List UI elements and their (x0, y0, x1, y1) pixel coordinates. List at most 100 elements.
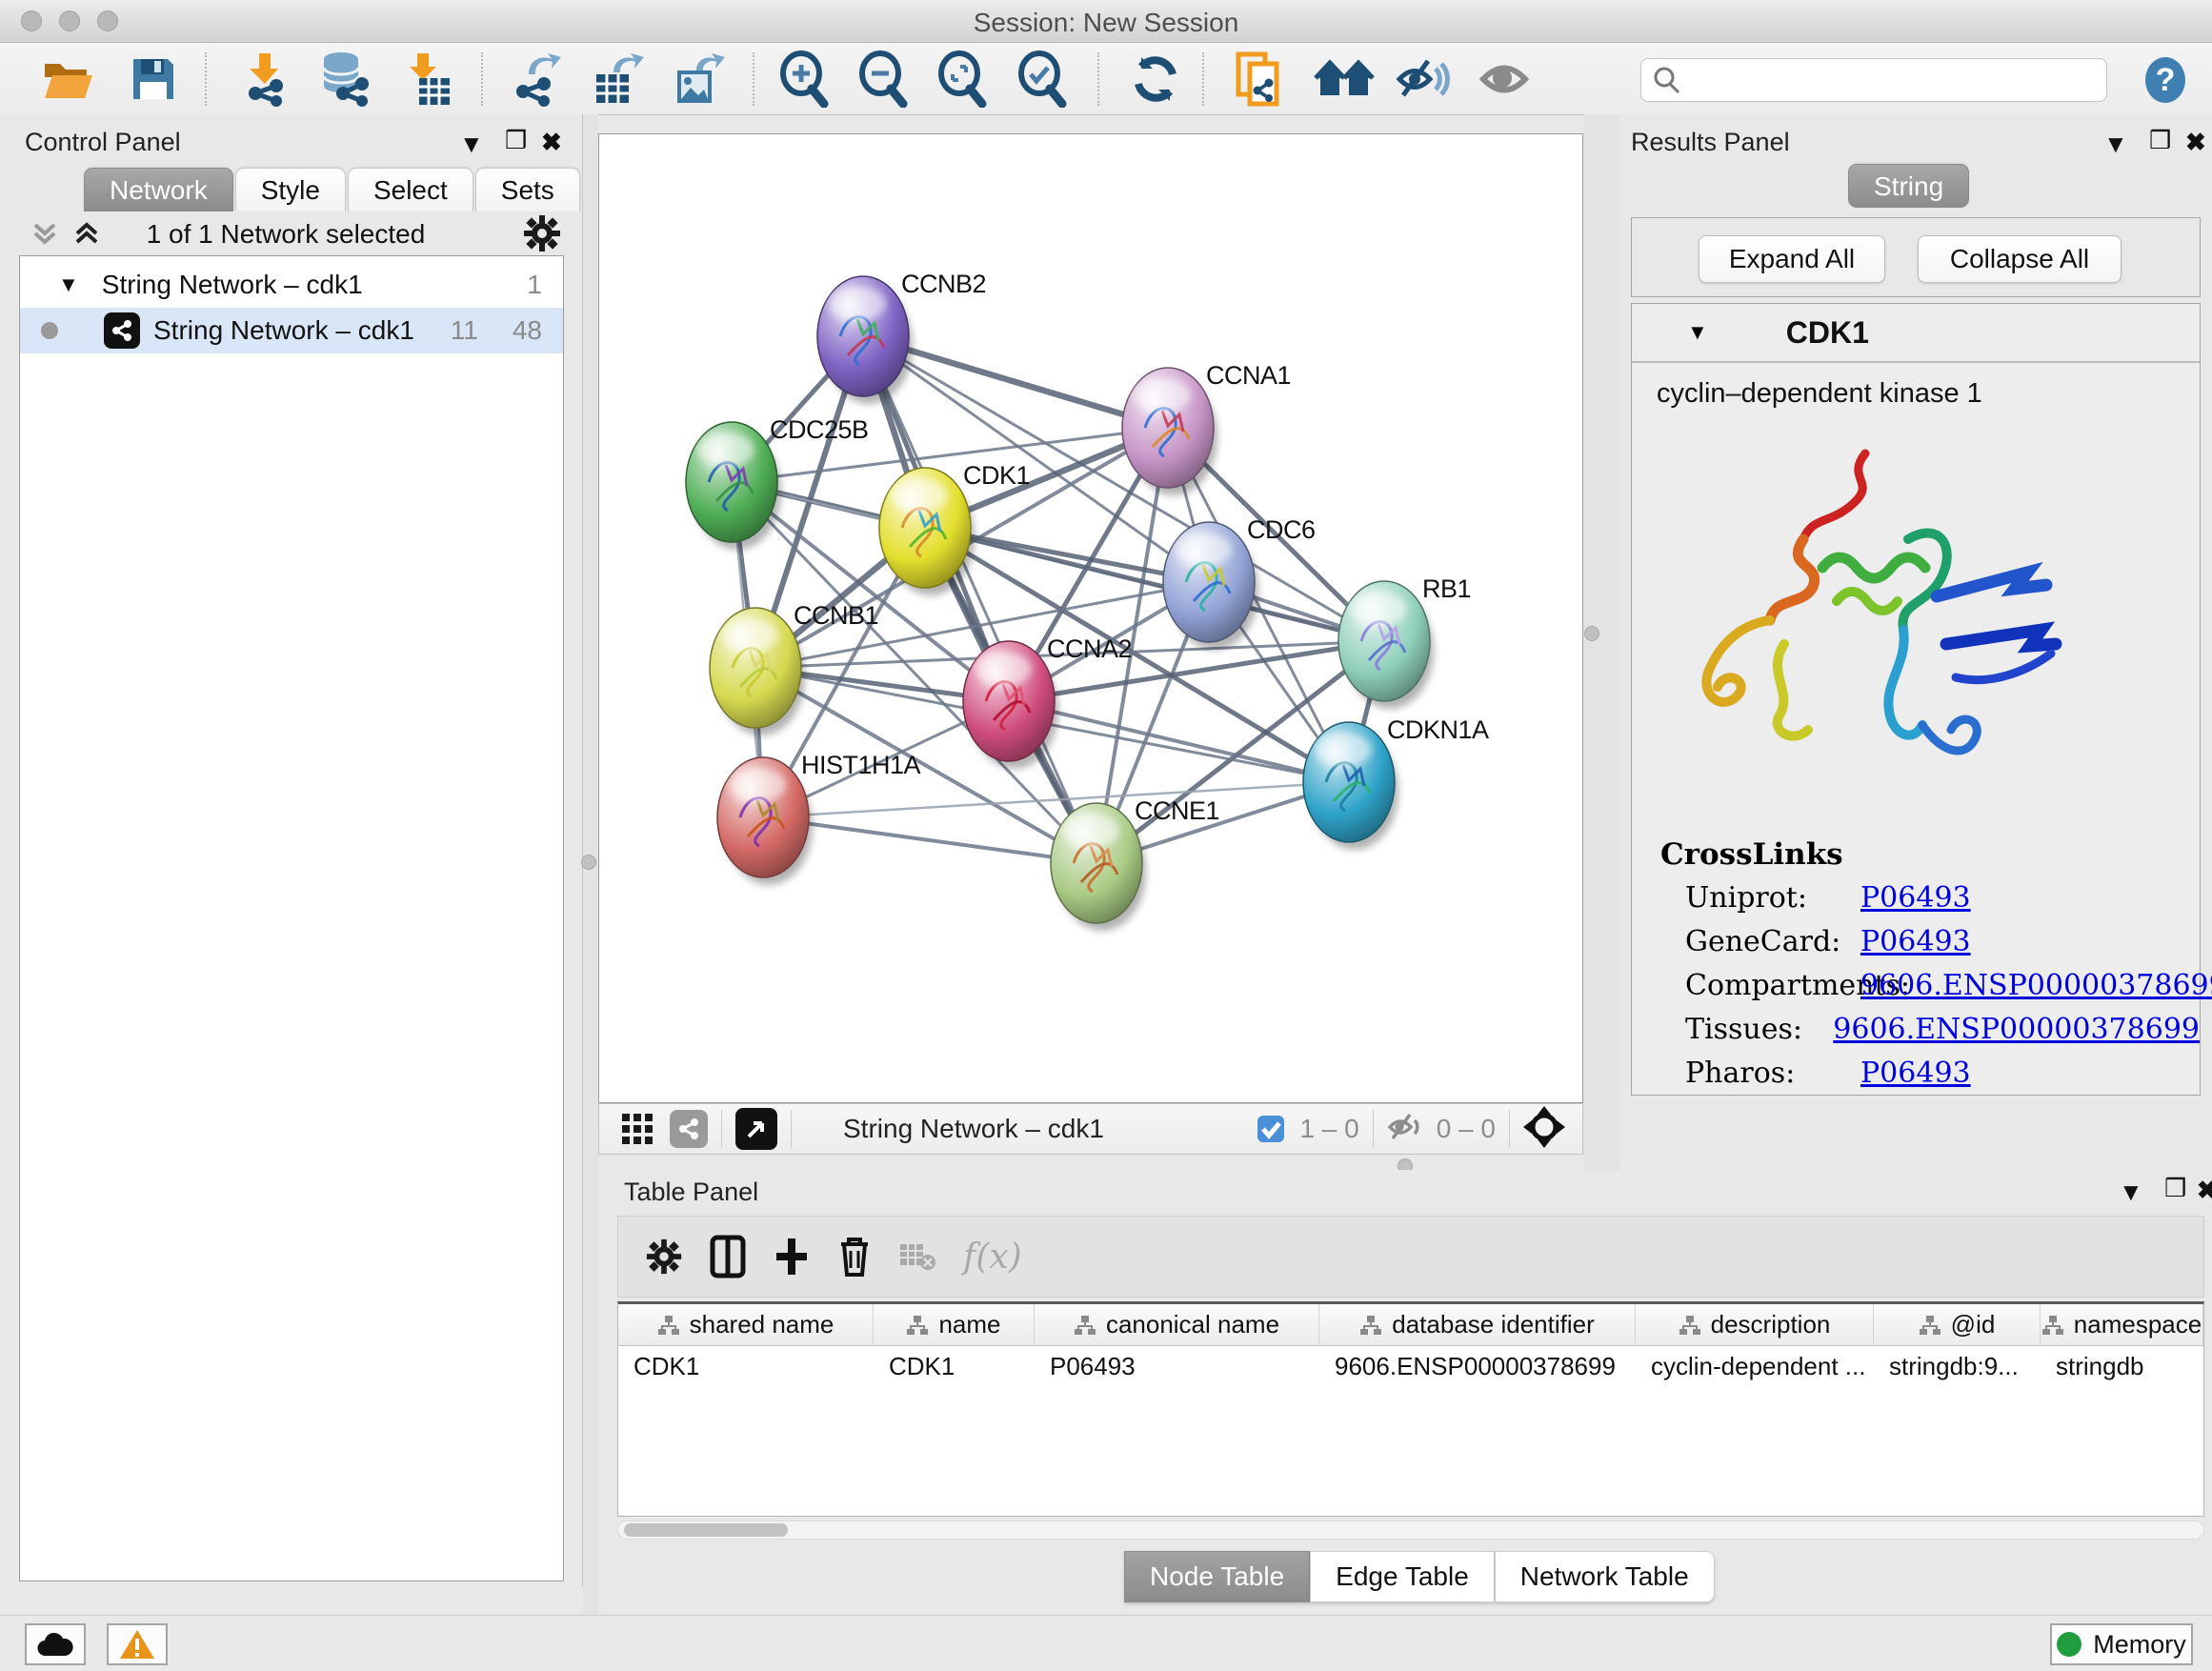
detach-view-icon[interactable] (735, 1108, 777, 1150)
float-panel-icon[interactable]: ❒ (2164, 1174, 2186, 1203)
section-expander-icon[interactable]: ▼ (1687, 320, 1708, 345)
table-toolbar: f(x) (617, 1216, 2204, 1298)
crosslink-link[interactable]: P06493 (1860, 925, 1971, 958)
create-column-icon[interactable] (773, 1235, 811, 1278)
clone-network-button[interactable] (1229, 50, 1292, 108)
zoom-out-button[interactable] (853, 50, 915, 108)
collapse-all-button[interactable]: Collapse All (1918, 235, 2122, 283)
network-node-CCNE1[interactable]: CCNE1 (1051, 796, 1219, 931)
control-panel-tab[interactable]: Sets (475, 168, 580, 211)
crosslink-link[interactable]: P06493 (1860, 881, 1971, 915)
import-network-from-database-button[interactable] (314, 50, 377, 108)
control-panel-tab[interactable]: Style (235, 168, 346, 211)
open-session-button[interactable] (36, 50, 99, 108)
network-canvas[interactable]: CCNB2CCNA1CDC25BCDK1CDC6RB1CCNB1CCNA2CDK… (598, 133, 1583, 1103)
right-splitter-handle[interactable] (1584, 626, 1599, 641)
gene-section-header[interactable]: ▼ CDK1 (1632, 304, 2200, 363)
column-header[interactable]: name (874, 1304, 1035, 1345)
expand-all-networks-icon[interactable] (70, 217, 103, 254)
pan-mode-crosshair-icon[interactable] (1523, 1106, 1565, 1153)
help-button[interactable]: ? (2142, 56, 2189, 109)
close-panel-icon[interactable]: ✖ (541, 128, 562, 157)
window-title: Session: New Session (0, 8, 2212, 38)
panel-menu-icon[interactable]: ▼ (459, 130, 484, 159)
zoom-fit-button[interactable] (932, 50, 995, 108)
network-collection-row[interactable]: ▼ String Network – cdk1 1 (20, 262, 563, 308)
control-panel-tab[interactable]: Select (348, 168, 473, 211)
table-cell[interactable]: CDK1 (874, 1346, 1035, 1386)
table-cell[interactable]: cyclin-dependent ... (1636, 1346, 1874, 1386)
table-type-tab[interactable]: Edge Table (1310, 1551, 1495, 1602)
save-session-button[interactable] (122, 50, 185, 108)
crosslink-link[interactable]: P06493 (1860, 1057, 1971, 1090)
close-panel-icon[interactable]: ✖ (2197, 1176, 2212, 1205)
network-node-CDKN1A[interactable]: CDKN1A (1303, 715, 1489, 850)
network-options-gear-icon[interactable] (522, 213, 562, 258)
network-node-RB1[interactable]: RB1 (1338, 574, 1471, 709)
crosslink-link[interactable]: 9606.ENSP00000378699 (1860, 969, 2212, 1002)
table-cell[interactable]: stringdb (2041, 1346, 2203, 1386)
table-options-gear-icon[interactable] (645, 1238, 683, 1276)
table-horizontal-scrollbar[interactable] (617, 1520, 2204, 1540)
network-type-icon[interactable] (670, 1110, 708, 1148)
network-node-CCNB2[interactable]: CCNB2 (817, 270, 986, 404)
right-splitter[interactable] (1583, 114, 1619, 1170)
selected-checkbox[interactable] (1256, 1114, 1286, 1144)
column-header[interactable]: @id (1874, 1304, 2041, 1345)
float-panel-icon[interactable]: ❒ (2149, 126, 2171, 155)
table-type-tab[interactable]: Network Table (1495, 1551, 1715, 1602)
hide-unhide-button[interactable] (1393, 50, 1456, 108)
export-image-button[interactable] (667, 50, 730, 108)
panel-menu-icon[interactable]: ▼ (2103, 130, 2128, 159)
memory-status-button[interactable]: Memory (2050, 1623, 2193, 1665)
results-tab-string[interactable]: String (1848, 164, 1969, 208)
show-hidden-button[interactable] (1475, 50, 1538, 108)
column-header[interactable]: description (1636, 1304, 1874, 1345)
network-edge[interactable] (863, 336, 1096, 863)
control-panel-tab[interactable]: Network (84, 168, 233, 211)
expand-all-button[interactable]: Expand All (1699, 235, 1885, 283)
export-table-button[interactable] (586, 50, 649, 108)
table-cell[interactable]: CDK1 (618, 1346, 874, 1386)
delete-column-icon[interactable] (837, 1235, 872, 1278)
crosslink-link[interactable]: 9606.ENSP00000378699 (1833, 1013, 2200, 1046)
warnings-button[interactable] (107, 1623, 168, 1665)
show-all-networks-button[interactable] (1313, 50, 1376, 108)
table-row[interactable]: CDK1CDK1P064939606.ENSP00000378699cyclin… (618, 1346, 2203, 1386)
birds-eye-grid-icon[interactable] (620, 1112, 654, 1146)
table-cell[interactable]: stringdb:9... (1874, 1346, 2041, 1386)
search-input[interactable] (1681, 66, 2081, 95)
export-network-button[interactable] (505, 50, 568, 108)
zoom-in-button[interactable] (774, 50, 836, 108)
network-node-CCNA2[interactable]: CCNA2 (963, 634, 1132, 769)
column-header[interactable]: namespace (2041, 1304, 2203, 1345)
network-row[interactable]: String Network – cdk1 11 48 (20, 308, 563, 353)
import-table-file-button[interactable] (395, 50, 458, 108)
column-header[interactable]: canonical name (1035, 1304, 1319, 1345)
network-node-CDC6[interactable]: CDC6 (1163, 515, 1316, 650)
apply-style-refresh-button[interactable] (1124, 50, 1187, 108)
hidden-eye-icon[interactable] (1387, 1111, 1425, 1148)
cloud-status-button[interactable] (25, 1623, 86, 1665)
panel-menu-icon[interactable]: ▼ (2119, 1178, 2143, 1207)
tree-expander-icon[interactable]: ▼ (58, 272, 79, 297)
zoom-selected-button[interactable] (1012, 50, 1075, 108)
collapse-all-networks-icon[interactable] (29, 217, 61, 254)
left-splitter-handle[interactable] (581, 855, 596, 870)
network-node-HIST1H1A[interactable]: HIST1H1A (717, 751, 921, 885)
network-edge[interactable] (763, 817, 1096, 863)
network-graph[interactable]: CCNB2CCNA1CDC25BCDK1CDC6RB1CCNB1CCNA2CDK… (599, 134, 1582, 1102)
table-cell[interactable]: P06493 (1035, 1346, 1319, 1386)
close-panel-icon[interactable]: ✖ (2185, 128, 2206, 157)
network-node-CCNB1[interactable]: CCNB1 (710, 601, 878, 735)
import-network-file-button[interactable] (233, 50, 296, 108)
scrollbar-thumb[interactable] (624, 1523, 788, 1537)
column-header[interactable]: database identifier (1319, 1304, 1636, 1345)
network-node-CCNA1[interactable]: CCNA1 (1122, 361, 1291, 495)
float-panel-icon[interactable]: ❒ (505, 126, 527, 155)
table-type-tab[interactable]: Node Table (1124, 1551, 1310, 1602)
table-cell[interactable]: 9606.ENSP00000378699 (1319, 1346, 1636, 1386)
column-header[interactable]: shared name (618, 1304, 874, 1345)
show-columns-icon[interactable] (710, 1235, 746, 1278)
network-edge[interactable] (1009, 701, 1349, 782)
